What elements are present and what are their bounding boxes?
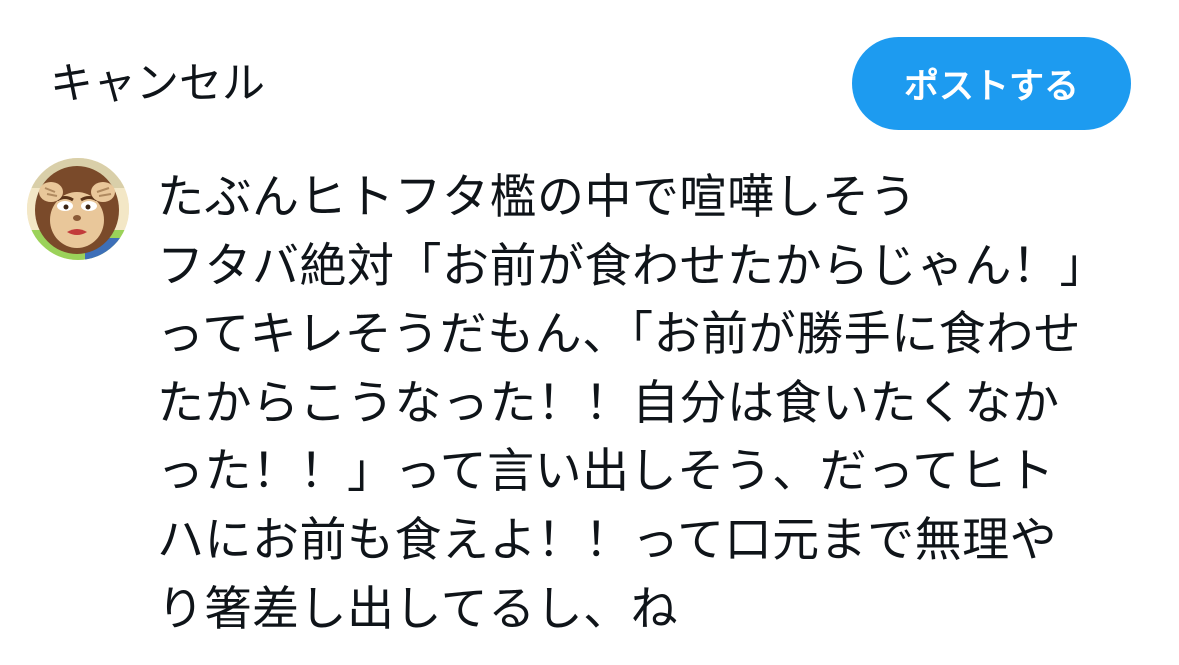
post-text-line: フタバ絶対「お前が食わせたからじゃん！」	[157, 238, 1107, 294]
avatar[interactable]	[27, 158, 129, 260]
post-text-line: ってキレそうだもん、「お前が勝手に食わせ	[157, 307, 1082, 363]
post-text-line: り箸差し出してるし、ね	[157, 581, 679, 637]
post-text-line: たぶんヒトフタ檻の中で喧嘩しそう	[157, 170, 917, 225]
cancel-button[interactable]: キャンセル	[50, 54, 265, 114]
post-text-line: ハにお前も食えよ！！って口元まで無理や	[157, 512, 1058, 568]
post-text[interactable]: たぶんヒトフタ檻の中で喧嘩しそう フタバ絶対「お前が食わせたからじゃん！」 って…	[157, 164, 1162, 644]
post-text-line: った！！」って言い出しそう、だってヒト	[157, 444, 1055, 500]
post-button[interactable]: ポストする	[852, 37, 1131, 130]
monkey-avatar-icon	[27, 158, 129, 260]
post-button-label: ポストする	[903, 67, 1079, 107]
post-text-line: たからこうなった！！自分は食いたくなか	[157, 375, 1060, 431]
